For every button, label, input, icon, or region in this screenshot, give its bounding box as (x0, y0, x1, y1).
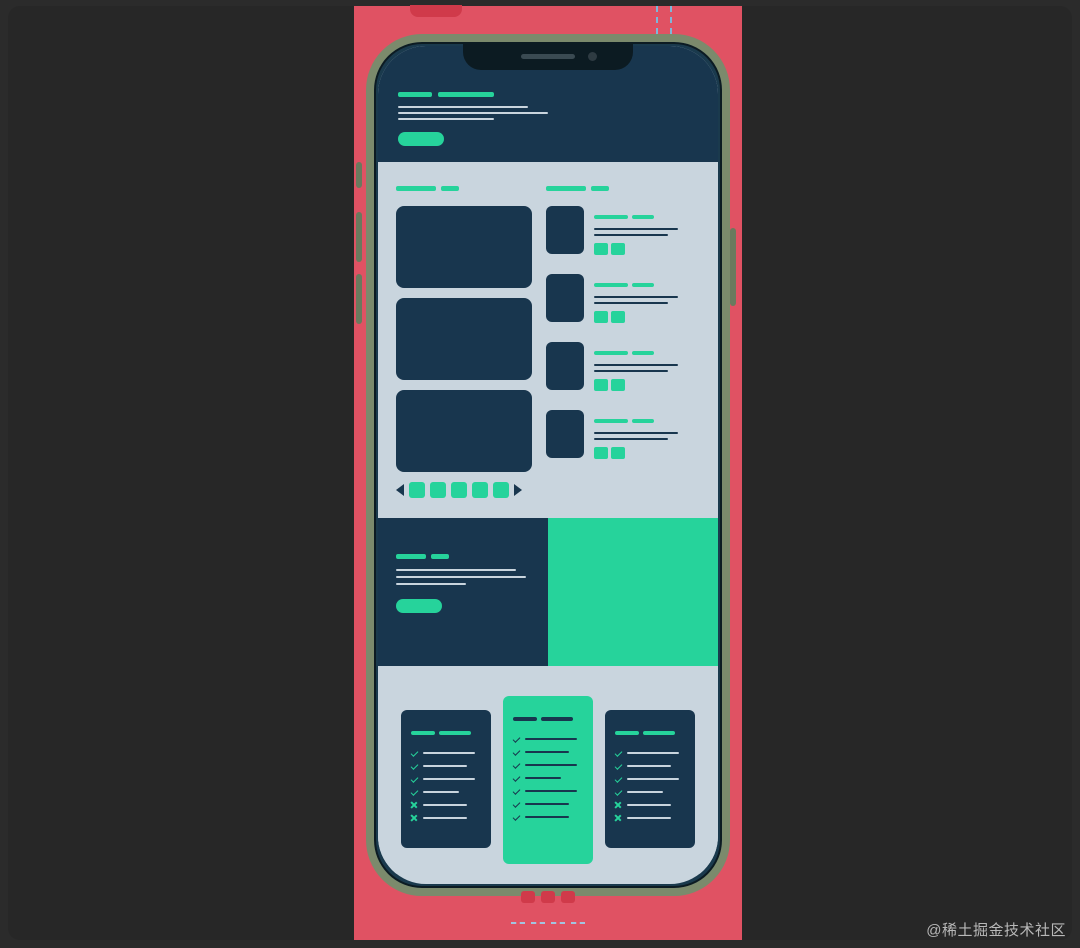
check-icon (615, 750, 621, 756)
list-item[interactable] (546, 410, 700, 464)
hero-title (398, 84, 698, 102)
phone-frame (366, 34, 730, 896)
cross-icon (615, 802, 621, 808)
check-icon (513, 762, 519, 768)
pricing-plan-featured[interactable] (503, 696, 593, 864)
section-title (546, 178, 700, 196)
backdrop-bottom-guides (508, 890, 588, 932)
backdrop-top-tab (410, 5, 462, 17)
list-item-meta (594, 410, 700, 464)
watermark: @稀土掘金技术社区 (926, 919, 1066, 940)
alignment-guide-vertical (670, 6, 672, 34)
split-banner-image (548, 518, 718, 666)
hero-body-line (398, 112, 548, 114)
gallery-list-column (546, 178, 700, 498)
phone-power-button (730, 228, 736, 306)
list-item-thumb (546, 274, 584, 322)
list-item[interactable] (546, 342, 700, 396)
pager-dot[interactable] (472, 482, 488, 498)
phone-volume-down (356, 274, 362, 324)
canvas (8, 6, 1072, 940)
check-icon (513, 788, 519, 794)
check-icon (411, 776, 417, 782)
check-icon (411, 750, 417, 756)
section-title (396, 178, 532, 196)
check-icon (615, 763, 621, 769)
pricing-section (378, 666, 718, 874)
gallery-carousel-column (396, 178, 532, 498)
phone-notch (463, 42, 633, 70)
gallery-section (378, 162, 718, 518)
guide-pill (541, 891, 555, 903)
pricing-plan[interactable] (605, 710, 695, 848)
check-icon (513, 749, 519, 755)
carousel-card[interactable] (396, 390, 532, 472)
tag-chip[interactable] (594, 311, 608, 323)
pager-next-icon[interactable] (514, 484, 522, 496)
check-icon (513, 775, 519, 781)
check-icon (411, 763, 417, 769)
tag-chip[interactable] (594, 243, 608, 255)
cross-icon (615, 815, 621, 821)
list-item-thumb (546, 206, 584, 254)
carousel-card[interactable] (396, 298, 532, 380)
list-item-thumb (546, 410, 584, 458)
phone-mute-switch (356, 162, 362, 188)
pager-prev-icon[interactable] (396, 484, 404, 496)
guide-pill (561, 891, 575, 903)
tag-chip[interactable] (611, 379, 625, 391)
split-banner-text (378, 518, 548, 666)
split-cta-button[interactable] (396, 599, 442, 613)
cross-icon (411, 802, 417, 808)
list-item[interactable] (546, 274, 700, 328)
split-banner (378, 518, 718, 666)
carousel-pager (396, 482, 532, 498)
check-icon (615, 789, 621, 795)
list-item-meta (594, 206, 700, 260)
phone-volume-up (356, 212, 362, 262)
hero-body-line (398, 106, 528, 108)
list-item-meta (594, 342, 700, 396)
cross-icon (411, 815, 417, 821)
pager-dot[interactable] (451, 482, 467, 498)
carousel-card[interactable] (396, 206, 532, 288)
check-icon (513, 814, 519, 820)
tag-chip[interactable] (594, 447, 608, 459)
alignment-guide-vertical (656, 6, 658, 34)
check-icon (513, 801, 519, 807)
pager-dot[interactable] (430, 482, 446, 498)
list-item-meta (594, 274, 700, 328)
list-item[interactable] (546, 206, 700, 260)
guide-pill (521, 891, 535, 903)
check-icon (615, 776, 621, 782)
pricing-plan[interactable] (401, 710, 491, 848)
tag-chip[interactable] (611, 447, 625, 459)
tag-chip[interactable] (594, 379, 608, 391)
hero-cta-button[interactable] (398, 132, 444, 146)
pager-dot[interactable] (409, 482, 425, 498)
pager-dot[interactable] (493, 482, 509, 498)
check-icon (513, 736, 519, 742)
tag-chip[interactable] (611, 243, 625, 255)
tag-chip[interactable] (611, 311, 625, 323)
list-item-thumb (546, 342, 584, 390)
phone-screen (378, 46, 718, 884)
check-icon (411, 789, 417, 795)
hero-body-line (398, 118, 494, 120)
